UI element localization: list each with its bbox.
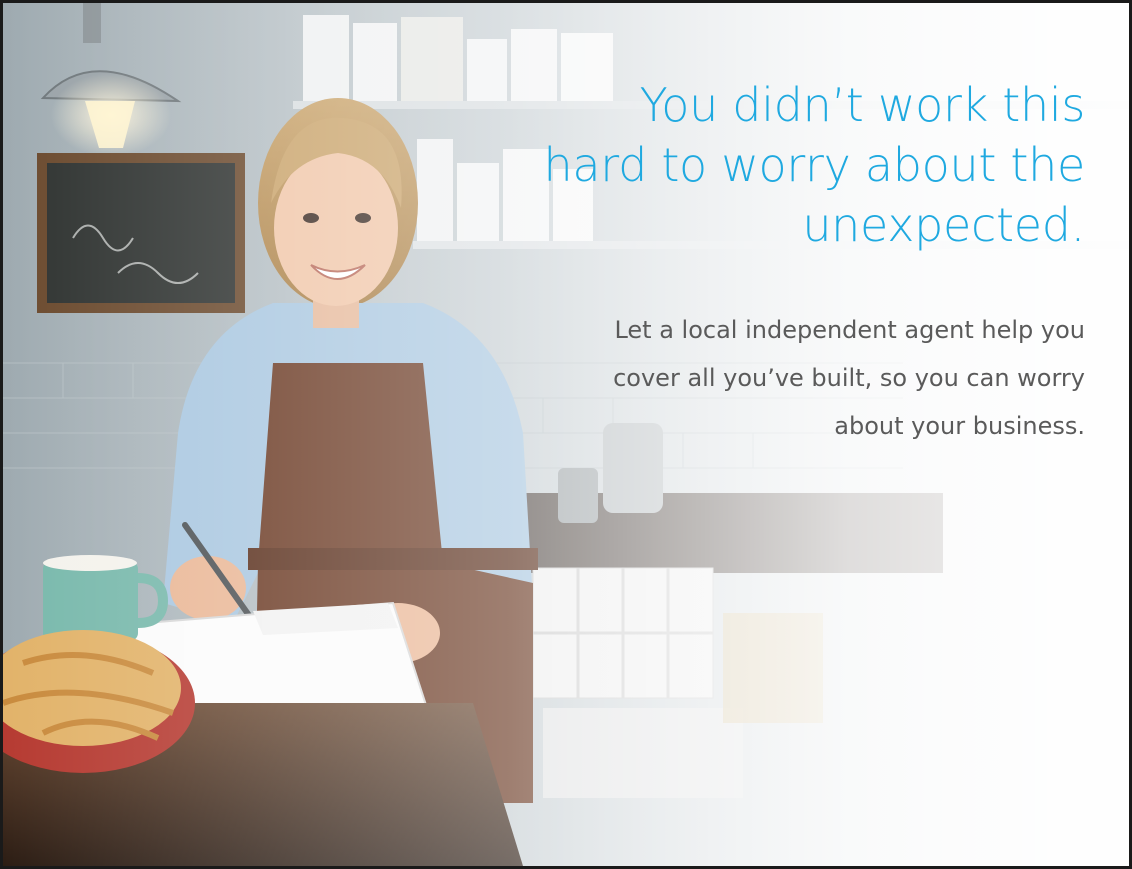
ad-frame: You didn’t work this hard to worry about… <box>0 0 1132 869</box>
headline: You didn’t work this hard to worry about… <box>543 78 1086 252</box>
subhead: Let a local independent agent help you c… <box>613 316 1085 440</box>
